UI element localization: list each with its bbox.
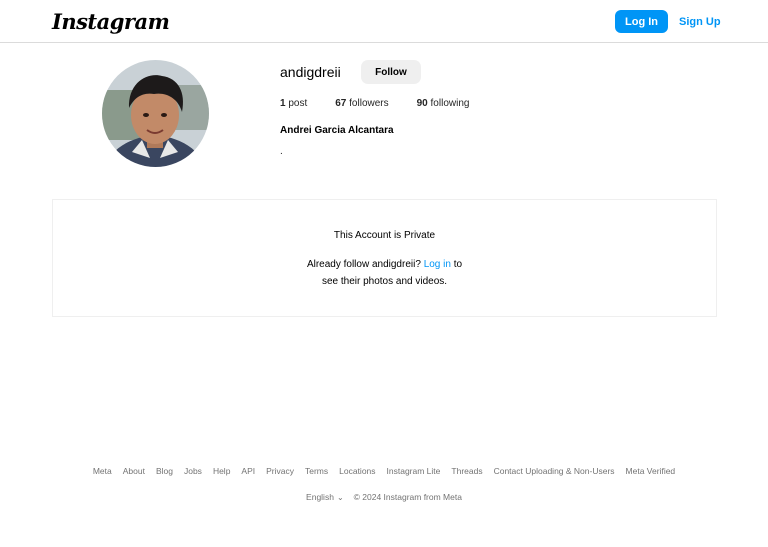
profile-bio: . [280,146,283,157]
chevron-down-icon: ⌄ [336,493,344,502]
footer-link-instagram-lite[interactable]: Instagram Lite [387,466,441,476]
footer-link-blog[interactable]: Blog [156,466,173,476]
footer-link-meta-verified[interactable]: Meta Verified [626,466,676,476]
private-title: This Account is Private [333,230,436,241]
footer-bottom: English ⌄ © 2024 Instagram from Meta [0,492,768,502]
language-selector[interactable]: English ⌄ [306,492,344,502]
profile-stats: 1 post 67 followers 90 following [280,98,469,109]
followers-stat[interactable]: 67 followers [335,98,388,109]
private-login-link[interactable]: Log in [424,259,451,270]
top-bar: Instagram Log In Sign Up [0,0,768,43]
copyright: © 2024 Instagram from Meta [353,492,462,502]
footer-links: Meta About Blog Jobs Help API Privacy Te… [0,466,768,476]
profile-username: andigdreii [280,64,341,80]
footer-link-about[interactable]: About [123,466,145,476]
footer-link-jobs[interactable]: Jobs [184,466,202,476]
footer-link-terms[interactable]: Terms [305,466,328,476]
footer-link-privacy[interactable]: Privacy [266,466,294,476]
footer-link-locations[interactable]: Locations [339,466,375,476]
follow-button[interactable]: Follow [361,60,421,84]
signup-link[interactable]: Sign Up [675,10,725,33]
profile-full-name: Andrei Garcia Alcantara [280,125,394,136]
footer-link-contact-uploading[interactable]: Contact Uploading & Non-Users [494,466,615,476]
instagram-logo[interactable]: Instagram [52,9,170,34]
private-description: Already follow andigdreii? Log in to see… [306,259,463,287]
footer-link-threads[interactable]: Threads [451,466,482,476]
footer-link-help[interactable]: Help [213,466,230,476]
footer-link-meta[interactable]: Meta [93,466,112,476]
private-account-notice: This Account is Private Already follow a… [52,199,717,317]
login-button[interactable]: Log In [615,10,668,33]
following-stat[interactable]: 90 following [417,98,470,109]
posts-stat: 1 post [280,98,308,109]
footer-link-api[interactable]: API [241,466,255,476]
profile-avatar[interactable] [102,60,209,167]
